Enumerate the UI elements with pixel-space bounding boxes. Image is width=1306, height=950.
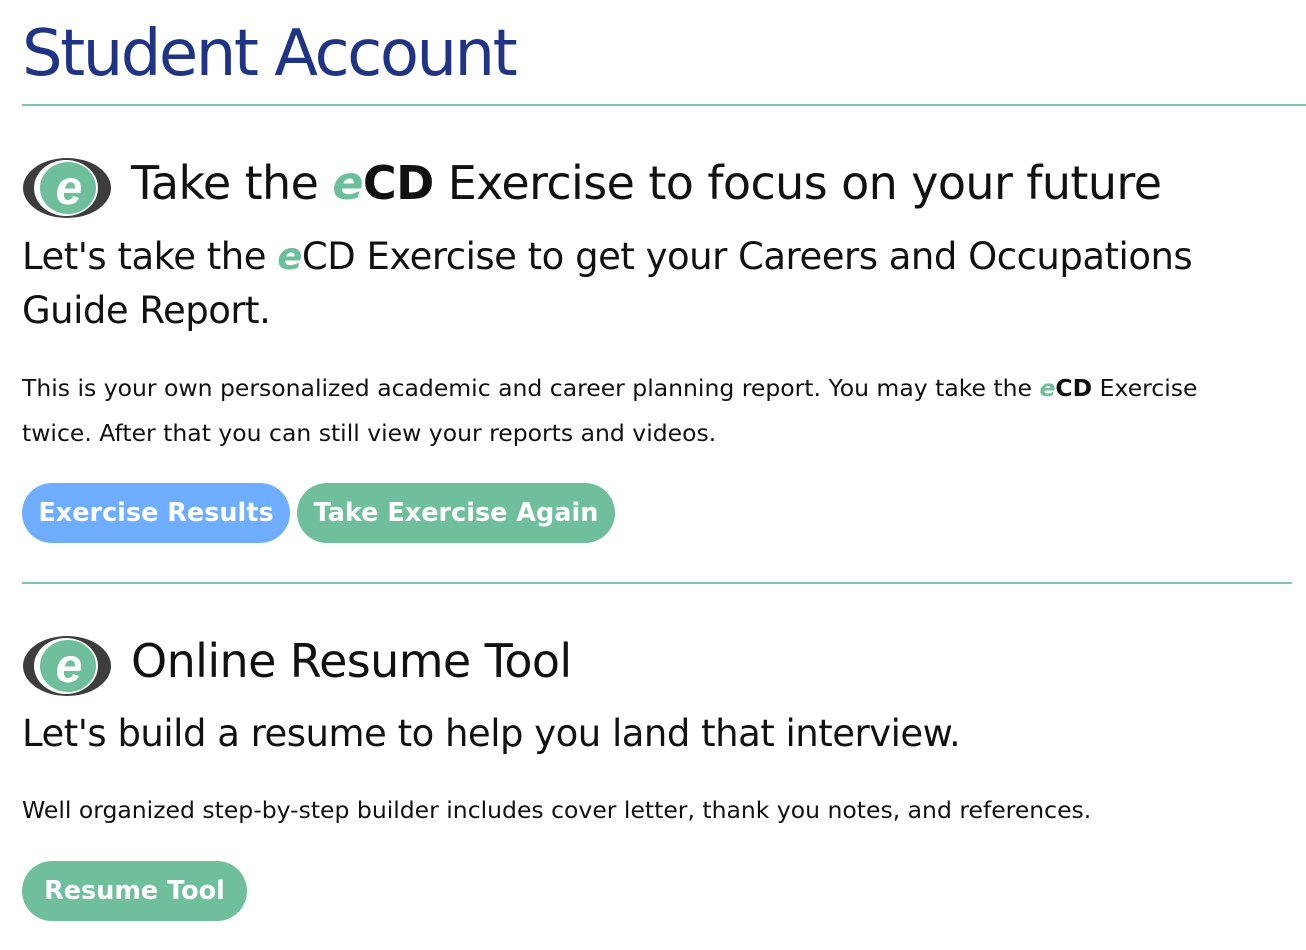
resume-lead-text: Let's build a resume to help you land th…: [22, 712, 961, 755]
ecd-heading: Take the eCD Exercise to focus on your f…: [131, 154, 1162, 212]
ecd-lead-cd-mark: CD: [301, 235, 356, 278]
ecd-body-e-mark: e: [1039, 374, 1056, 402]
ecd-lead-prefix: Let's take the: [22, 235, 278, 278]
ecd-heading-row: e Take the eCD Exercise to focus on your…: [22, 150, 1302, 220]
ecd-e-logo-icon: e: [23, 158, 111, 218]
ecd-heading-e-mark: e: [332, 156, 363, 210]
ecd-e-logo-icon: e: [23, 636, 111, 696]
ecd-heading-suffix: Exercise to focus on your future: [433, 156, 1162, 210]
title-divider: [22, 104, 1306, 106]
svg-text:e: e: [56, 640, 83, 693]
resume-heading-row: e Online Resume Tool: [22, 628, 1302, 698]
ecd-body-prefix: This is your own personalized academic a…: [22, 374, 1040, 402]
resume-tool-section: e Online Resume Tool Let's build a resum…: [22, 628, 1302, 921]
resume-tool-button[interactable]: Resume Tool: [22, 861, 247, 921]
ecd-body-cd-mark: CD: [1055, 374, 1093, 402]
resume-heading: Online Resume Tool: [131, 634, 572, 688]
page-title: Student Account: [22, 17, 518, 91]
student-account-page: Student Account e Take the eCD Exercise …: [0, 0, 1306, 950]
ecd-lead-e-mark: e: [277, 235, 302, 278]
ecd-heading-cd-mark: CD: [362, 156, 434, 210]
resume-description: Well organized step-by-step builder incl…: [22, 796, 1092, 824]
ecd-description: This is your own personalized academic a…: [22, 366, 1242, 456]
take-exercise-again-button[interactable]: Take Exercise Again: [297, 483, 615, 543]
svg-text:e: e: [56, 162, 83, 215]
ecd-exercise-section: e Take the eCD Exercise to focus on your…: [22, 150, 1302, 543]
ecd-lead-text: Let's take the eCD Exercise to get your …: [22, 230, 1302, 338]
ecd-heading-prefix: Take the: [131, 156, 333, 210]
exercise-results-button[interactable]: Exercise Results: [22, 483, 290, 543]
section-divider: [22, 582, 1292, 584]
